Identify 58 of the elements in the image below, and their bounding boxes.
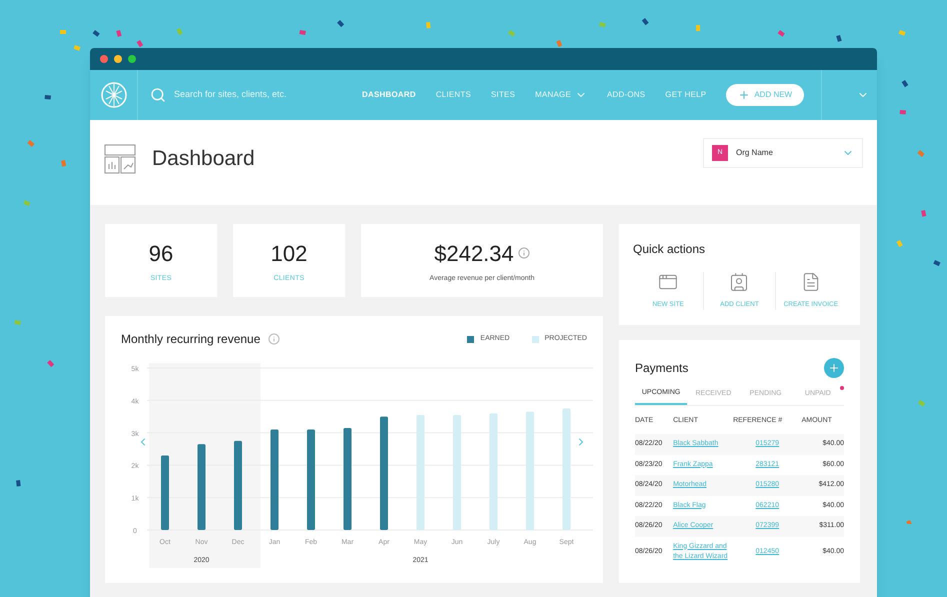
browser-window-icon	[658, 272, 678, 292]
stat-value: $242.34	[434, 240, 514, 268]
plus-icon	[738, 89, 750, 101]
plus-icon	[828, 362, 840, 374]
nav-link[interactable]: CLIENTS	[436, 89, 471, 101]
confetti-piece	[508, 30, 516, 37]
confetti-piece	[933, 260, 940, 266]
confetti-piece	[902, 80, 908, 88]
add-payment-button[interactable]	[824, 358, 844, 378]
confetti-piece	[778, 30, 785, 37]
confetti-piece	[27, 140, 34, 147]
card-title: Quick actions	[633, 241, 706, 258]
confetti-piece	[337, 20, 344, 28]
confetti-piece	[14, 320, 21, 325]
search-field[interactable]: Search for sites, clients, etc.	[138, 70, 348, 120]
stat-value: 102	[270, 240, 308, 268]
confetti-piece	[696, 25, 700, 32]
confetti-piece	[836, 35, 842, 42]
confetti-piece	[900, 110, 906, 114]
confetti-piece	[642, 18, 649, 26]
confetti-piece	[898, 30, 906, 36]
info-icon[interactable]	[268, 333, 280, 345]
confetti-piece	[136, 40, 144, 48]
stat-value: 96	[148, 240, 174, 268]
dashboard-icon	[104, 144, 136, 174]
contact-card-icon	[729, 272, 750, 292]
search-input[interactable]: Search for sites, clients, etc.	[174, 88, 344, 102]
confetti-piece	[61, 160, 66, 167]
confetti-piece	[44, 95, 51, 100]
logo-icon[interactable]	[100, 82, 126, 108]
nav-link[interactable]: SITES	[491, 89, 516, 101]
info-icon[interactable]	[518, 247, 530, 260]
nav-link[interactable]: ADD-ONS	[607, 89, 646, 101]
confetti-piece	[47, 360, 54, 368]
add-new-button[interactable]: ADD NEW	[726, 84, 804, 106]
card-title: Payments	[635, 360, 688, 377]
confetti-piece	[299, 30, 306, 35]
nav-link[interactable]: MANAGE	[535, 89, 587, 101]
confetti-piece	[921, 210, 926, 217]
confetti-piece	[176, 28, 183, 36]
confetti-piece	[426, 22, 431, 28]
confetti-piece	[896, 240, 903, 248]
confetti-piece	[598, 22, 606, 28]
confetti-piece	[906, 520, 912, 524]
nav-link[interactable]: GET HELP	[665, 89, 706, 101]
confetti-piece	[917, 150, 925, 157]
confetti-piece	[116, 30, 122, 37]
chart-title: Monthly recurring revenue	[121, 331, 260, 348]
page-title: Dashboard	[152, 146, 255, 172]
confetti-piece	[16, 480, 21, 486]
confetti-piece	[918, 400, 926, 406]
confetti-piece	[23, 200, 30, 206]
confetti-piece	[556, 40, 562, 48]
confetti-piece	[92, 30, 100, 37]
nav-link[interactable]: DASHBOARD	[362, 89, 416, 101]
confetti-piece	[60, 30, 66, 34]
confetti-piece	[74, 45, 81, 51]
search-icon	[150, 87, 166, 103]
